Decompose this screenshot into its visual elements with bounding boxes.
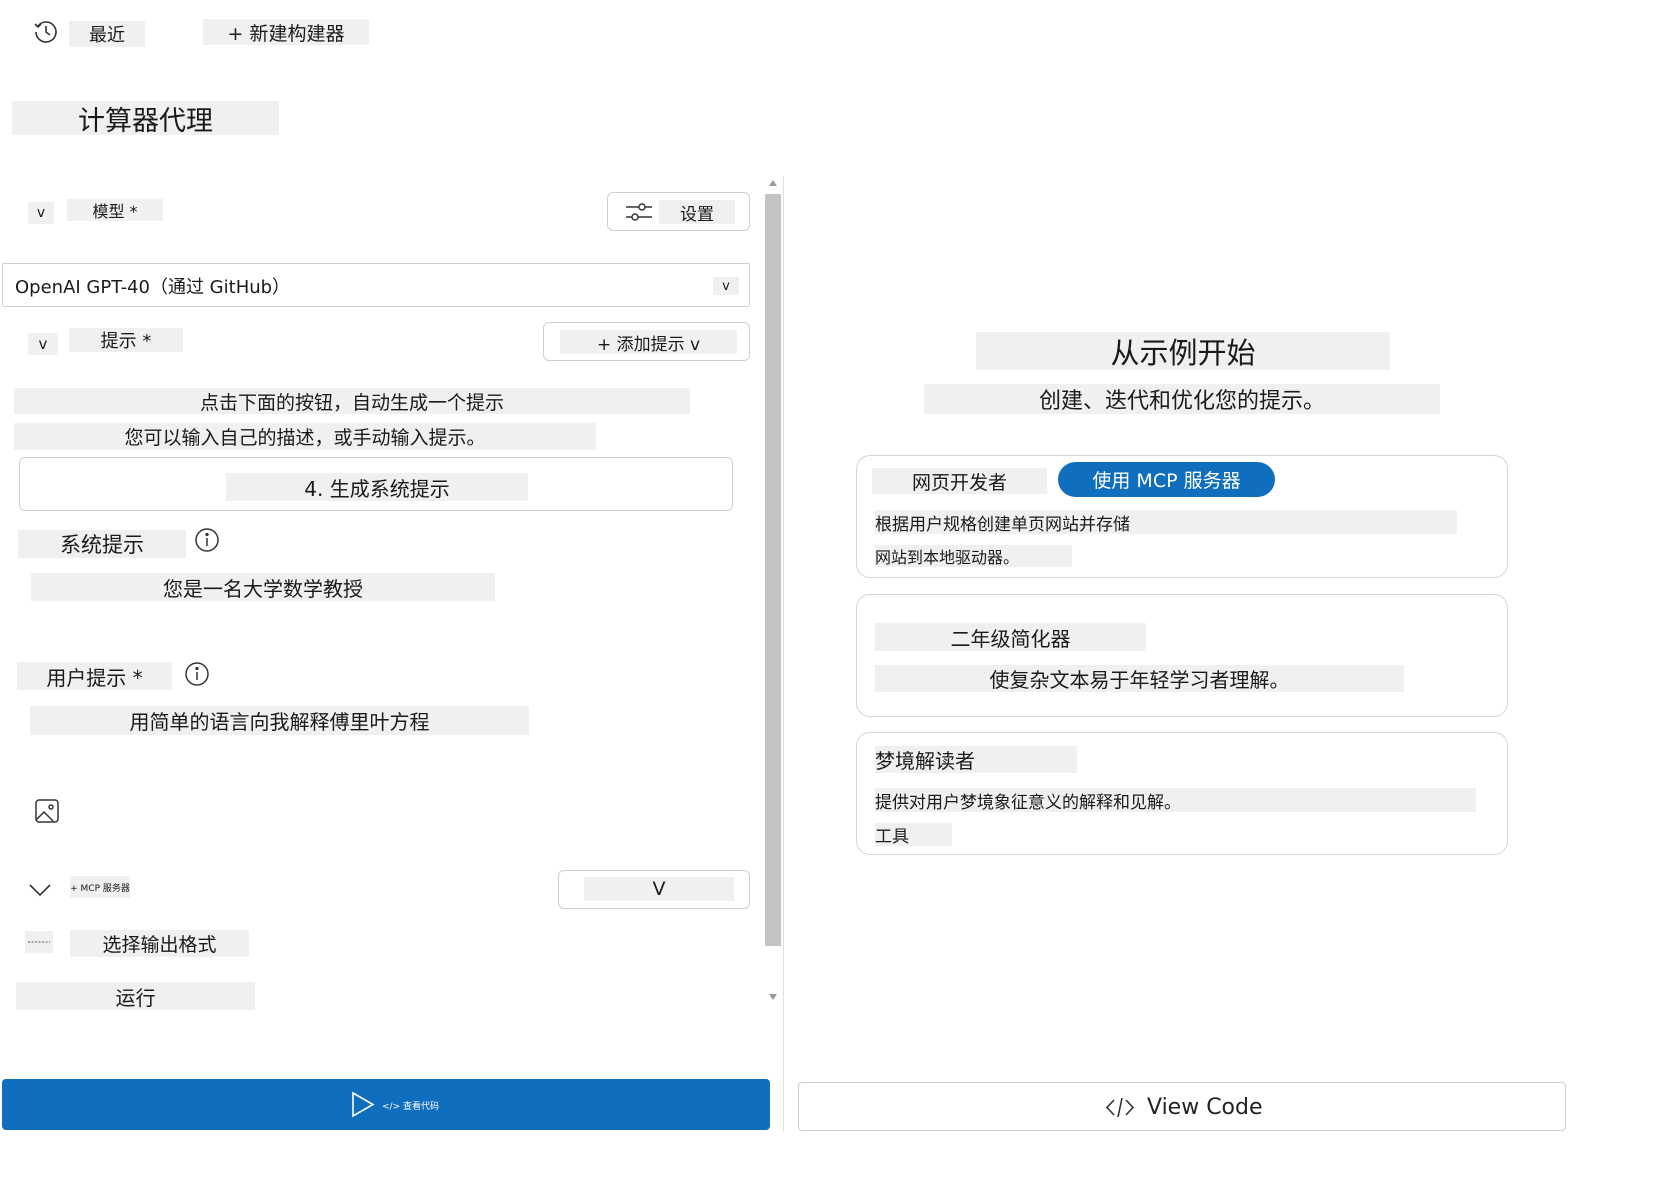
model-selected-value: OpenAI GPT-40（通过 GitHub） [15,277,291,298]
image-icon[interactable] [33,797,61,825]
recent-button[interactable]: 最近 [69,21,145,47]
example-card-grade2-simplifier[interactable]: 二年级简化器 使复杂文本易于年轻学习者理解。 [856,594,1508,717]
user-prompt-label: 用户提示 * [17,662,172,690]
agent-title[interactable]: 计算器代理 [12,101,279,137]
examples-subtitle: 创建、迭代和优化您的提示。 [924,384,1440,414]
card-title: 梦境解读者 [875,746,1077,773]
scroll-down-arrow[interactable] [769,994,777,1000]
add-prompt-button[interactable]: + 添加提示 v [543,322,750,361]
prompt-hint-line1: 点击下面的按钮，自动生成一个提示 [14,388,690,414]
history-icon[interactable] [32,18,60,46]
chevron-down-icon[interactable] [28,880,52,900]
user-prompt-input[interactable]: 用简单的语言向我解释傅里叶方程 [30,706,529,735]
card-title: 二年级简化器 [875,623,1146,651]
format-icon [25,931,53,953]
mcp-dropdown[interactable]: V [558,870,750,909]
card-description-line1: 根据用户规格创建单页网站并存储 [875,510,1457,535]
prompt-collapse-toggle[interactable]: v [28,333,58,355]
code-icon [1105,1095,1135,1120]
generate-system-prompt-button[interactable]: 4. 生成系统提示 [19,457,733,511]
card-title: 网页开发者 [872,468,1047,494]
settings-label: 设置 [659,200,735,225]
examples-title: 从示例开始 [976,332,1390,370]
example-card-web-developer[interactable]: 网页开发者 使用 MCP 服务器 根据用户规格创建单页网站并存储 网站到本地驱动… [856,455,1508,578]
scrollbar-thumb[interactable] [765,194,781,946]
scroll-up-arrow[interactable] [769,180,777,186]
card-description-line2: 工具 [875,823,952,847]
output-format-button[interactable]: 选择输出格式 [70,930,249,957]
card-description-line1: 使复杂文本易于年轻学习者理解。 [875,665,1404,692]
settings-button[interactable]: 设置 [607,192,750,231]
sliders-icon [624,200,654,224]
run-button[interactable]: 运行 [16,982,255,1010]
add-prompt-label: + 添加提示 v [560,330,737,355]
info-icon[interactable] [184,661,210,687]
view-code-small-label: </> 查看代码 [382,1101,439,1112]
info-icon[interactable] [194,527,220,553]
example-card-dream-interpreter[interactable]: 梦境解读者 提供对用户梦境象征意义的解释和见解。 工具 [856,732,1508,855]
view-code-button[interactable]: View Code [798,1082,1566,1131]
system-prompt-input[interactable]: 您是一名大学数学教授 [31,573,495,601]
model-label: 模型 * [67,199,163,221]
card-description-line2: 网站到本地驱动器。 [875,545,1072,567]
mcp-dropdown-caret: V [584,877,734,901]
model-select[interactable]: OpenAI GPT-40（通过 GitHub） v [2,263,750,307]
prompt-hint-line2: 您可以输入自己的描述，或手动输入提示。 [14,423,596,450]
play-icon [350,1091,376,1118]
prompt-label: 提示 * [69,328,183,352]
panel-divider [783,176,784,1132]
system-prompt-label: 系统提示 [18,530,186,558]
model-collapse-toggle[interactable]: v [28,202,54,224]
chevron-down-icon: v [713,277,739,295]
mcp-server-badge[interactable]: 使用 MCP 服务器 [1058,462,1275,497]
left-scrollbar[interactable] [764,176,782,1006]
view-code-label: View Code [1147,1094,1263,1120]
card-description-line1: 提供对用户梦境象征意义的解释和见解。 [875,788,1476,813]
generate-system-prompt-label: 4. 生成系统提示 [226,473,528,501]
mcp-server-label: + MCP 服务器 [70,876,130,898]
view-code-run-bar[interactable]: </> 查看代码 [2,1079,770,1130]
new-builder-button[interactable]: + 新建构建器 [203,19,369,45]
